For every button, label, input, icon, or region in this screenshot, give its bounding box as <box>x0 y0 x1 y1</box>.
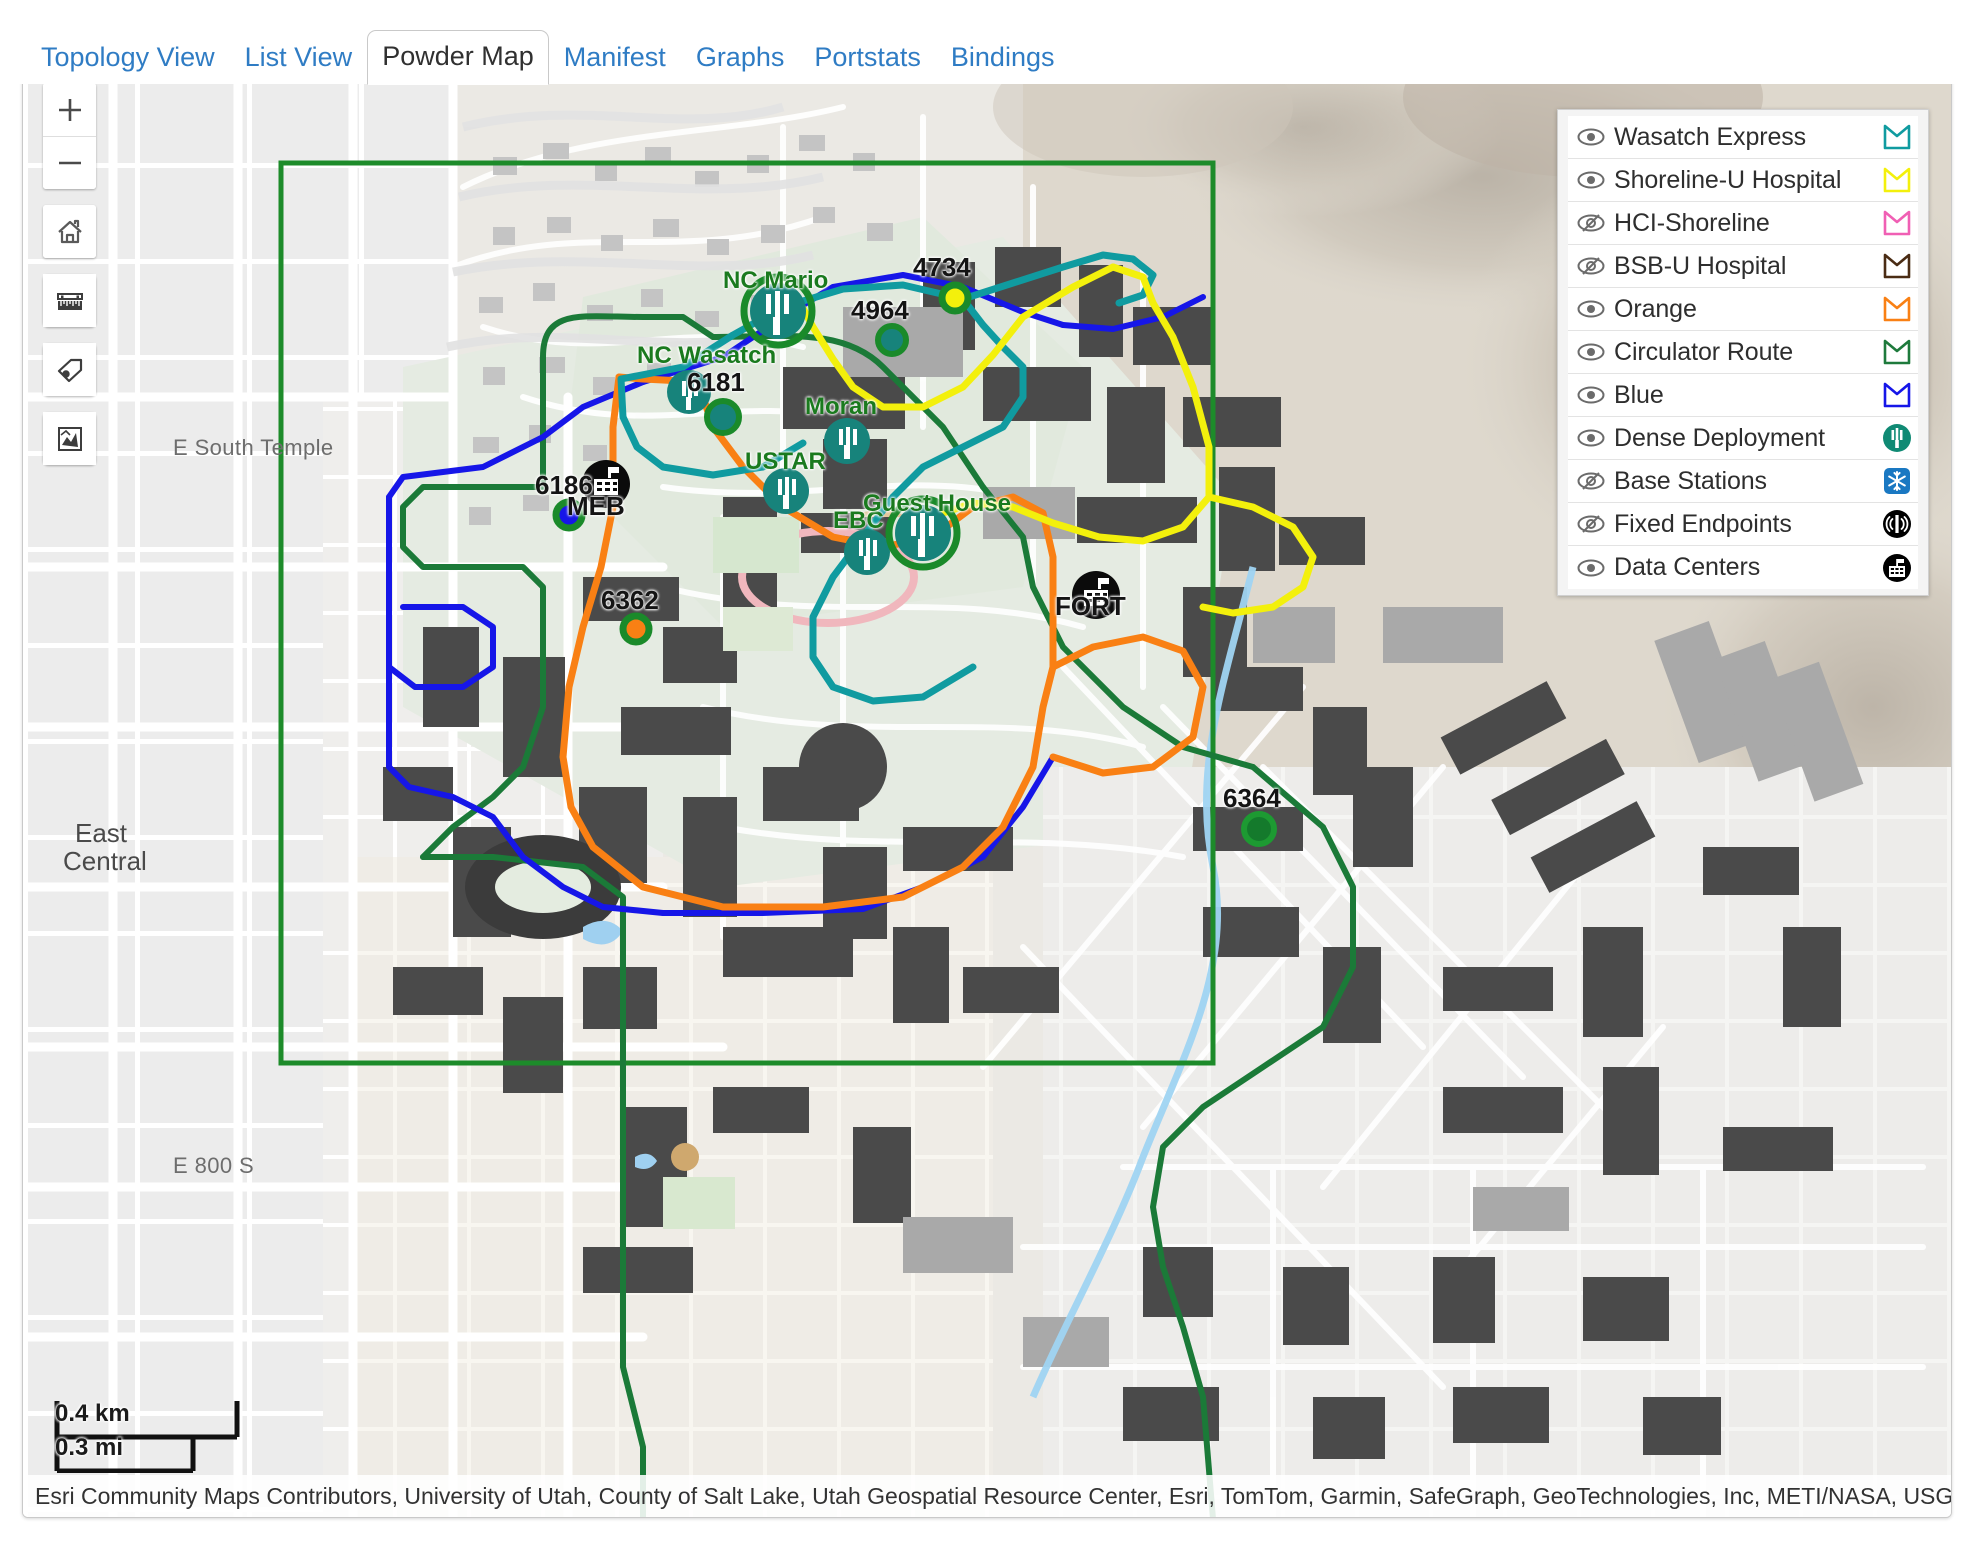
line-swatch-icon <box>1876 252 1912 280</box>
eye-visible-icon[interactable] <box>1576 127 1610 147</box>
legend-label: Circulator Route <box>1614 337 1794 366</box>
legend-item-shoreline-u-hospital[interactable]: Shoreline-U Hospital <box>1568 159 1918 202</box>
tab-graphs[interactable]: Graphs <box>681 33 800 84</box>
legend-item-orange[interactable]: Orange <box>1568 288 1918 331</box>
eye-visible-icon[interactable] <box>1576 299 1610 319</box>
tower-marker-icon <box>1876 423 1912 453</box>
map-frame: E South Temple E 800 S East Central NC M… <box>22 66 1952 1518</box>
zoom-out-button[interactable] <box>43 136 96 189</box>
line-swatch-icon <box>1876 295 1912 323</box>
eye-visible-icon[interactable] <box>1576 342 1610 362</box>
legend-item-circulator-route[interactable]: Circulator Route <box>1568 331 1918 374</box>
legend-item-bsb-u-hospital[interactable]: BSB-U Hospital <box>1568 245 1918 288</box>
eye-hidden-icon[interactable] <box>1576 213 1610 233</box>
tag-button[interactable] <box>43 343 96 396</box>
scale-km-label: 0.4 km <box>55 1400 130 1427</box>
tab-powder-map[interactable]: Powder Map <box>367 30 549 85</box>
legend-label: Base Stations <box>1614 466 1767 495</box>
sketch-control-group <box>43 412 96 465</box>
map-attribution-bar: Esri Community Maps Contributors, Univer… <box>23 1475 1951 1517</box>
legend-item-blue[interactable]: Blue <box>1568 374 1918 417</box>
legend-label: Wasatch Express <box>1614 122 1807 151</box>
eye-hidden-icon[interactable] <box>1576 256 1610 276</box>
legend-label: Blue <box>1614 380 1664 409</box>
line-swatch-icon <box>1876 381 1912 409</box>
tab-list-view[interactable]: List View <box>230 33 368 84</box>
legend-label: Orange <box>1614 294 1697 323</box>
zoom-control-group <box>43 83 96 189</box>
layer-legend-panel: Wasatch Express Shoreline-U Hospital HCI… <box>1557 109 1929 596</box>
legend-label: Dense Deployment <box>1614 423 1826 452</box>
line-swatch-icon <box>1876 338 1912 366</box>
tab-manifest[interactable]: Manifest <box>549 33 681 84</box>
measure-control-group <box>43 274 96 327</box>
map-toolbar <box>43 83 96 481</box>
legend-item-dense-deployment[interactable]: Dense Deployment <box>1568 417 1918 460</box>
legend-item-wasatch-express[interactable]: Wasatch Express <box>1568 116 1918 159</box>
legend-label: Fixed Endpoints <box>1614 509 1792 538</box>
home-control-group <box>43 205 96 258</box>
legend-item-fixed-endpoints[interactable]: Fixed Endpoints <box>1568 503 1918 546</box>
line-swatch-icon <box>1876 166 1912 194</box>
powder-map-page: Topology View List View Powder Map Manif… <box>0 0 1974 1558</box>
legend-item-base-stations[interactable]: Base Stations <box>1568 460 1918 503</box>
legend-item-hci-shoreline[interactable]: HCI-Shoreline <box>1568 202 1918 245</box>
datacenter-marker-icon <box>1876 553 1912 583</box>
measure-button[interactable] <box>43 274 96 327</box>
tab-bar: Topology View List View Powder Map Manif… <box>0 0 1974 85</box>
line-swatch-icon <box>1876 209 1912 237</box>
eye-visible-icon[interactable] <box>1576 385 1610 405</box>
attribution-text[interactable]: Esri Community Maps Contributors, Univer… <box>35 1483 1951 1510</box>
eye-visible-icon[interactable] <box>1576 428 1610 448</box>
zoom-in-button[interactable] <box>43 83 96 136</box>
sketch-button[interactable] <box>43 412 96 465</box>
tag-control-group <box>43 343 96 396</box>
tab-topology-view[interactable]: Topology View <box>26 33 230 84</box>
eye-visible-icon[interactable] <box>1576 170 1610 190</box>
scale-mi-label: 0.3 mi <box>55 1434 124 1461</box>
legend-item-data-centers[interactable]: Data Centers <box>1568 546 1918 589</box>
eye-hidden-icon[interactable] <box>1576 471 1610 491</box>
tab-portstats[interactable]: Portstats <box>799 33 936 84</box>
tab-bindings[interactable]: Bindings <box>936 33 1070 84</box>
legend-label: Data Centers <box>1614 553 1761 581</box>
legend-label: BSB-U Hospital <box>1614 251 1787 280</box>
scale-bar: 0.4 km 0.3 mi <box>41 1397 240 1473</box>
eye-visible-icon[interactable] <box>1576 558 1610 578</box>
legend-label: HCI-Shoreline <box>1614 208 1770 237</box>
legend-label: Shoreline-U Hospital <box>1614 165 1842 194</box>
eye-hidden-icon[interactable] <box>1576 514 1610 534</box>
home-button[interactable] <box>43 205 96 258</box>
snowflake-marker-icon <box>1876 466 1912 496</box>
endpoint-marker-icon <box>1876 509 1912 539</box>
line-swatch-icon <box>1876 123 1912 151</box>
